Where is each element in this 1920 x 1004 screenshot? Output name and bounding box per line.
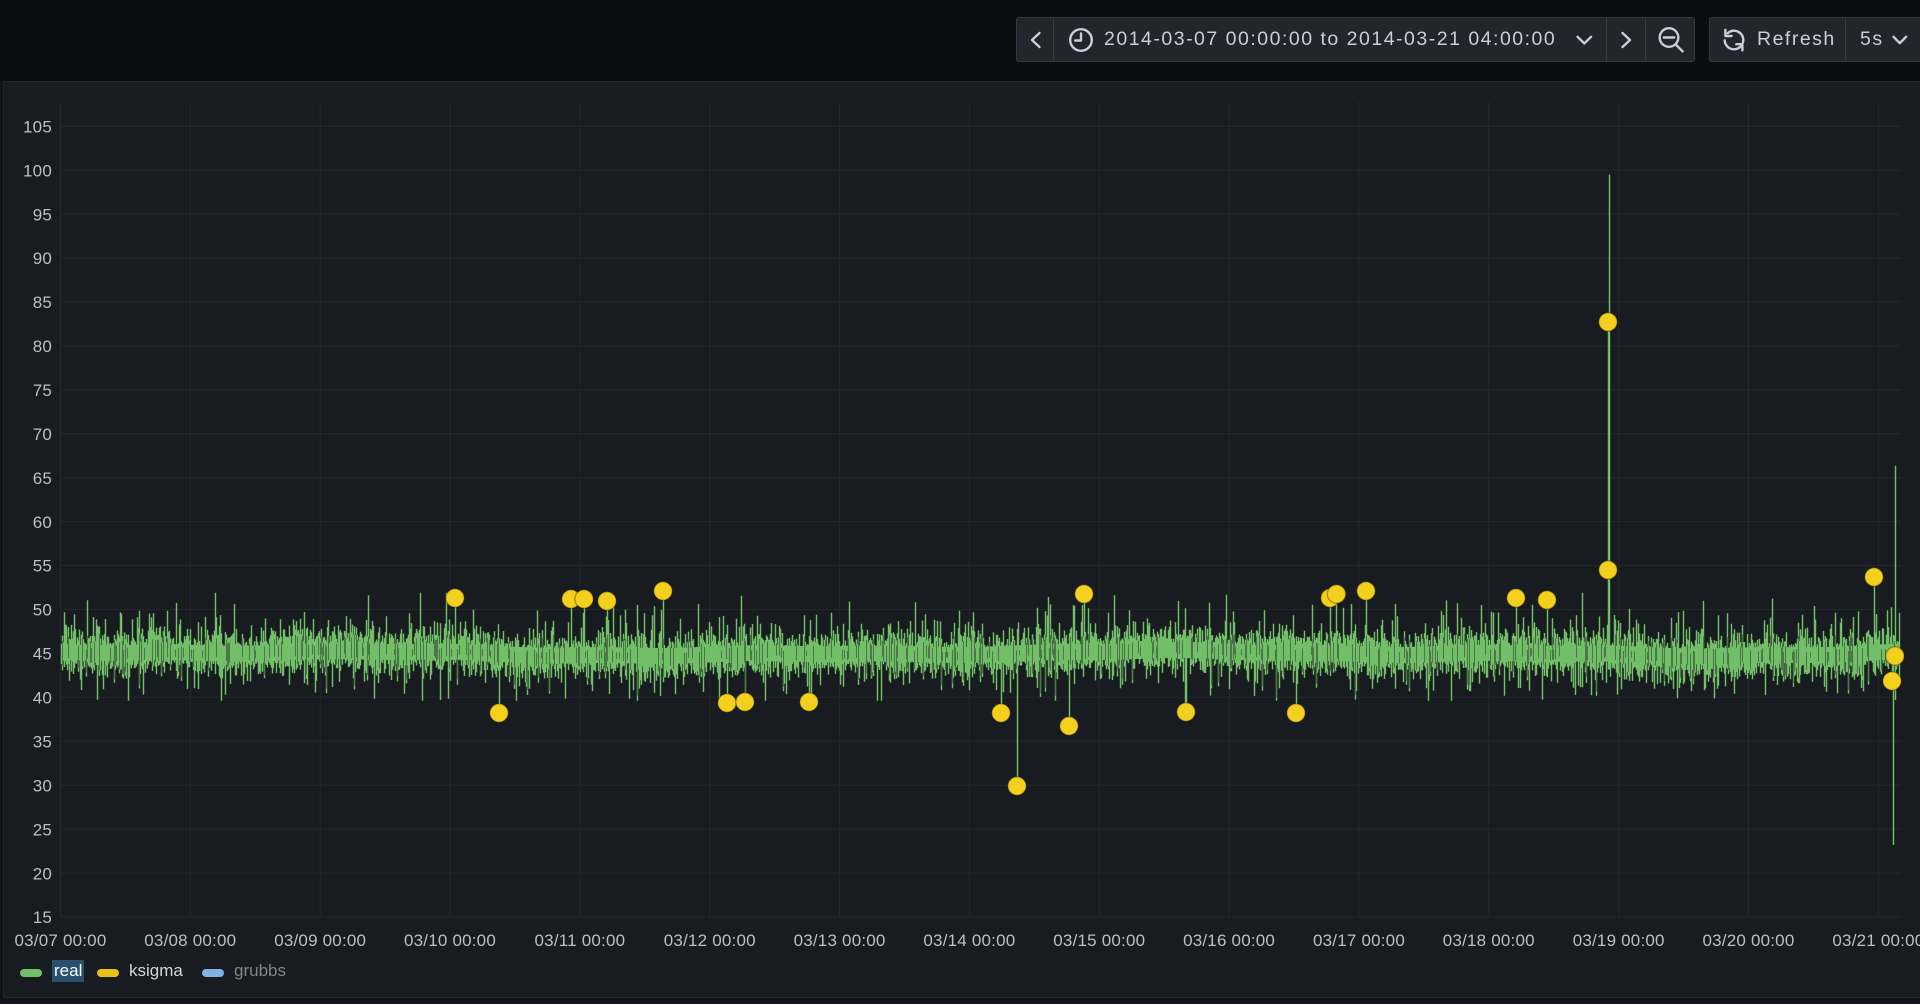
svg-text:100: 100 [23, 161, 52, 180]
svg-text:03/11 00:00: 03/11 00:00 [535, 931, 626, 950]
svg-text:03/08 00:00: 03/08 00:00 [144, 931, 236, 950]
svg-text:60: 60 [33, 513, 52, 532]
svg-text:75: 75 [33, 381, 52, 400]
svg-text:03/18 00:00: 03/18 00:00 [1443, 931, 1535, 950]
svg-text:105: 105 [23, 117, 52, 136]
svg-text:03/15 00:00: 03/15 00:00 [1053, 931, 1145, 950]
svg-text:03/10 00:00: 03/10 00:00 [404, 931, 496, 950]
svg-text:85: 85 [33, 293, 52, 312]
svg-text:03/20 00:00: 03/20 00:00 [1702, 931, 1794, 950]
svg-text:03/09 00:00: 03/09 00:00 [274, 931, 366, 950]
svg-text:03/19 00:00: 03/19 00:00 [1573, 931, 1665, 950]
svg-text:03/14 00:00: 03/14 00:00 [923, 931, 1015, 950]
svg-text:35: 35 [33, 733, 52, 752]
svg-text:50: 50 [33, 601, 52, 620]
svg-text:40: 40 [33, 689, 52, 708]
svg-text:15: 15 [33, 908, 52, 927]
svg-text:20: 20 [33, 864, 52, 883]
svg-text:30: 30 [33, 776, 52, 795]
svg-text:70: 70 [33, 425, 52, 444]
svg-text:90: 90 [33, 249, 52, 268]
svg-text:03/17 00:00: 03/17 00:00 [1313, 931, 1405, 950]
svg-text:65: 65 [33, 469, 52, 488]
svg-text:03/12 00:00: 03/12 00:00 [664, 931, 756, 950]
svg-text:03/16 00:00: 03/16 00:00 [1183, 931, 1275, 950]
svg-text:55: 55 [33, 557, 52, 576]
svg-text:45: 45 [33, 645, 52, 664]
svg-text:80: 80 [33, 337, 52, 356]
svg-text:95: 95 [33, 205, 52, 224]
svg-text:25: 25 [33, 820, 52, 839]
svg-text:03/13 00:00: 03/13 00:00 [794, 931, 886, 950]
svg-text:03/21 00:00: 03/21 00:00 [1832, 931, 1920, 950]
svg-text:03/07 00:00: 03/07 00:00 [14, 931, 106, 950]
